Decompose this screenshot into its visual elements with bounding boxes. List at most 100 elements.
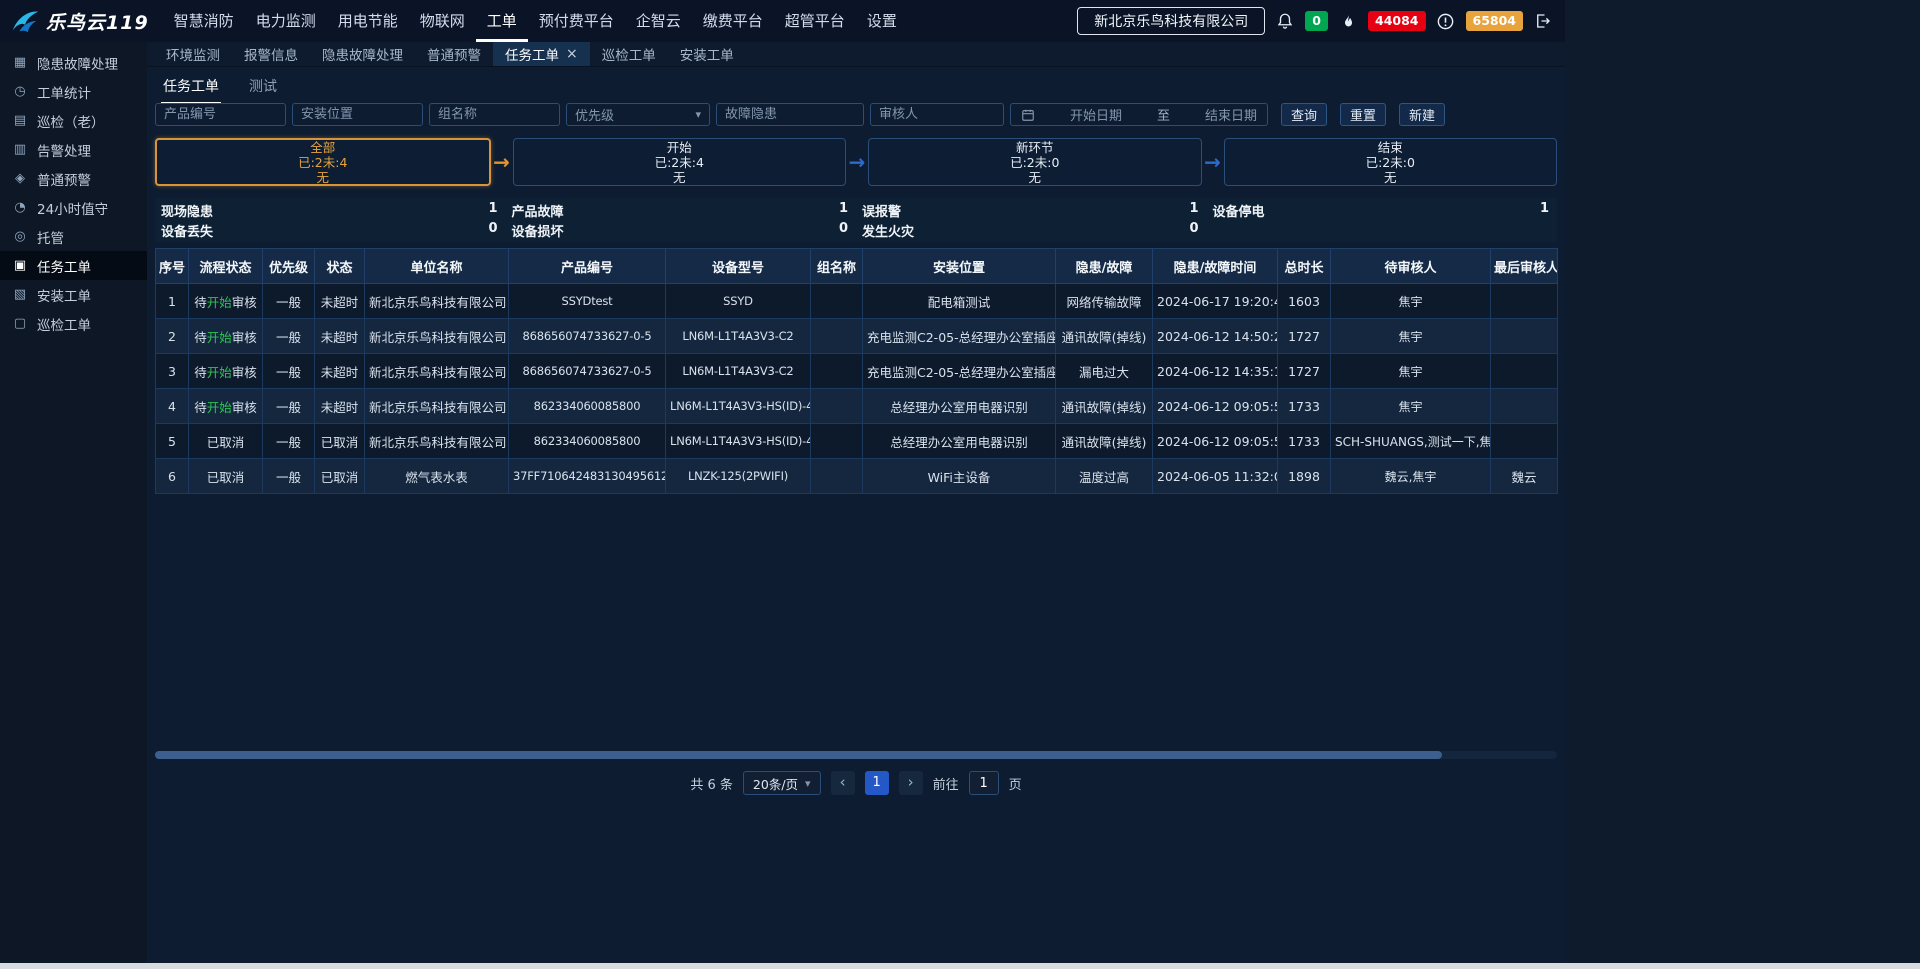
table-cell: 868656074733627-0-5 <box>509 354 666 389</box>
reviewer-input[interactable] <box>870 103 1004 126</box>
table-cell: 未超时 <box>315 354 365 389</box>
priority-select[interactable]: 优先级 ▾ <box>566 103 710 126</box>
flow-card-1[interactable]: 开始已:2未:4无 <box>513 138 847 186</box>
table-row[interactable]: 1待开始审核一般未超时新北京乐鸟科技有限公司SSYDtestSSYD配电箱测试网… <box>156 284 1558 319</box>
table-cell: 2024-06-12 09:05:54 <box>1153 424 1278 459</box>
next-page-button[interactable]: › <box>899 771 923 795</box>
goto-label: 前往 <box>933 774 959 793</box>
main-area: 环境监测报警信息隐患故障处理普通预警任务工单×巡检工单安装工单 任务工单测试 优… <box>147 42 1565 963</box>
table-header-row: 序号流程状态优先级状态单位名称产品编号设备型号组名称安装位置隐患/故障隐患/故障… <box>156 249 1558 284</box>
search-button[interactable]: 查询 <box>1281 103 1327 126</box>
scrollbar-thumb[interactable] <box>155 751 1442 759</box>
install-location-input[interactable] <box>292 103 423 126</box>
goto-page-input[interactable] <box>969 771 999 795</box>
table-row[interactable]: 6已取消一般已取消燃气表水表37FF71064248313049561257LN… <box>156 459 1558 494</box>
stat-label: 设备损坏 <box>512 221 564 240</box>
table-cell: 未超时 <box>315 319 365 354</box>
sidebar-item-3[interactable]: ▥告警处理 <box>0 135 147 164</box>
tab-3[interactable]: 普通预警 <box>415 42 493 66</box>
table-row[interactable]: 4待开始审核一般未超时新北京乐鸟科技有限公司862334060085800LN6… <box>156 389 1558 424</box>
sidebar-menu: ▦隐患故障处理◷工单统计▤巡检（老）▥告警处理◈普通预警◔24小时值守◎托管▣任… <box>0 42 147 963</box>
sidebar-item-1[interactable]: ◷工单统计 <box>0 77 147 106</box>
topbar-nav-item-2[interactable]: 用电节能 <box>327 0 409 42</box>
alarm-count-badge[interactable]: 44084 <box>1368 11 1426 32</box>
tab-1[interactable]: 报警信息 <box>232 42 310 66</box>
stat-label: 产品故障 <box>512 201 564 220</box>
group-name-input[interactable] <box>429 103 560 126</box>
table-row[interactable]: 5已取消一般已取消新北京乐鸟科技有限公司862334060085800LN6M-… <box>156 424 1558 459</box>
tab-6[interactable]: 安装工单 <box>668 42 746 66</box>
tab-5[interactable]: 巡检工单 <box>590 42 668 66</box>
topbar-nav-item-7[interactable]: 缴费平台 <box>692 0 774 42</box>
create-button[interactable]: 新建 <box>1399 103 1445 126</box>
sidebar-item-9[interactable]: ▢巡检工单 <box>0 309 147 338</box>
flow-card-2[interactable]: 新环节已:2未:0无 <box>868 138 1202 186</box>
table-cell: 通讯故障(掉线) <box>1056 424 1153 459</box>
tab-0[interactable]: 环境监测 <box>154 42 232 66</box>
reset-button[interactable]: 重置 <box>1340 103 1386 126</box>
tab-close-icon[interactable]: × <box>566 46 578 62</box>
subtab-0[interactable]: 任务工单 <box>161 73 221 104</box>
table-cell: 配电箱测试 <box>863 284 1056 319</box>
stat-cell: 设备丢失0 <box>155 221 506 240</box>
prev-page-button[interactable]: ‹ <box>831 771 855 795</box>
table-cell: 新北京乐鸟科技有限公司 <box>365 354 509 389</box>
table-cell <box>811 354 863 389</box>
sidebar-item-5[interactable]: ◔24小时值守 <box>0 193 147 222</box>
flow-card-0[interactable]: 全部已:2未:4无 <box>155 138 491 186</box>
table-cell: 一般 <box>263 319 315 354</box>
notify-count-badge[interactable]: 0 <box>1305 11 1328 32</box>
flow-card-3[interactable]: 结束已:2未:0无 <box>1224 138 1558 186</box>
sidebar-item-2[interactable]: ▤巡检（老） <box>0 106 147 135</box>
priority-select-value: 优先级 <box>575 105 614 124</box>
stat-label: 现场隐患 <box>161 201 213 220</box>
sidebar-item-0[interactable]: ▦隐患故障处理 <box>0 48 147 77</box>
table-cell: 燃气表水表 <box>365 459 509 494</box>
warning-count-badge[interactable]: 65804 <box>1466 11 1524 32</box>
sidebar-item-label: 工单统计 <box>37 82 91 102</box>
product-code-input[interactable] <box>155 103 286 126</box>
topbar-nav-item-1[interactable]: 电力监测 <box>245 0 327 42</box>
tabbar: 环境监测报警信息隐患故障处理普通预警任务工单× 巡检工单安装工单 <box>147 42 1565 67</box>
topbar-nav-item-4[interactable]: 工单 <box>476 0 528 42</box>
sidebar-item-7[interactable]: ▣任务工单 <box>0 251 147 280</box>
horizontal-scrollbar[interactable] <box>155 751 1557 759</box>
table-cell <box>811 319 863 354</box>
task-order-icon: ▣ <box>12 258 28 273</box>
company-button[interactable]: 新北京乐鸟科技有限公司 <box>1077 7 1265 35</box>
stat-cell: 误报警1 <box>856 201 1207 220</box>
topbar-nav-item-6[interactable]: 企智云 <box>625 0 692 42</box>
subtab-1[interactable]: 测试 <box>247 73 279 102</box>
flame-icon[interactable] <box>1338 11 1358 31</box>
topbar-nav-item-3[interactable]: 物联网 <box>409 0 476 42</box>
bell-icon[interactable] <box>1275 11 1295 31</box>
topbar-nav-item-0[interactable]: 智慧消防 <box>163 0 245 42</box>
table-cell <box>811 284 863 319</box>
date-range-picker[interactable]: 开始日期 至 结束日期 <box>1010 103 1268 126</box>
topbar-nav-item-9[interactable]: 设置 <box>856 0 908 42</box>
sidebar-item-8[interactable]: ▧安装工单 <box>0 280 147 309</box>
table-row[interactable]: 3待开始审核一般未超时新北京乐鸟科技有限公司868656074733627-0-… <box>156 354 1558 389</box>
exclamation-icon[interactable] <box>1436 11 1456 31</box>
column-header: 产品编号 <box>509 249 666 284</box>
tab-2[interactable]: 隐患故障处理 <box>310 42 415 66</box>
table-row[interactable]: 2待开始审核一般未超时新北京乐鸟科技有限公司868656074733627-0-… <box>156 319 1558 354</box>
table-cell <box>811 389 863 424</box>
topbar-nav-item-5[interactable]: 预付费平台 <box>528 0 625 42</box>
logout-icon[interactable] <box>1533 11 1553 31</box>
topbar-nav-item-8[interactable]: 超管平台 <box>774 0 856 42</box>
tab-label: 隐患故障处理 <box>322 44 403 64</box>
sidebar-item-6[interactable]: ◎托管 <box>0 222 147 251</box>
page-1-button[interactable]: 1 <box>865 771 889 795</box>
install-order-icon: ▧ <box>12 287 28 302</box>
sidebar-item-4[interactable]: ◈普通预警 <box>0 164 147 193</box>
tab-4[interactable]: 任务工单× <box>493 42 590 66</box>
content-panel: 任务工单测试 优先级 ▾ <box>147 67 1565 963</box>
fault-input[interactable] <box>716 103 864 126</box>
stat-label: 发生火灾 <box>862 221 914 240</box>
page-size-select[interactable]: 20条/页 ▾ <box>743 771 821 795</box>
tab-label: 巡检工单 <box>602 44 656 64</box>
flow-card-text: 新环节 <box>1016 140 1054 155</box>
flow-card-text: 已:2未:0 <box>1366 155 1415 170</box>
window-bottom-scrollbar[interactable] <box>0 963 1920 969</box>
